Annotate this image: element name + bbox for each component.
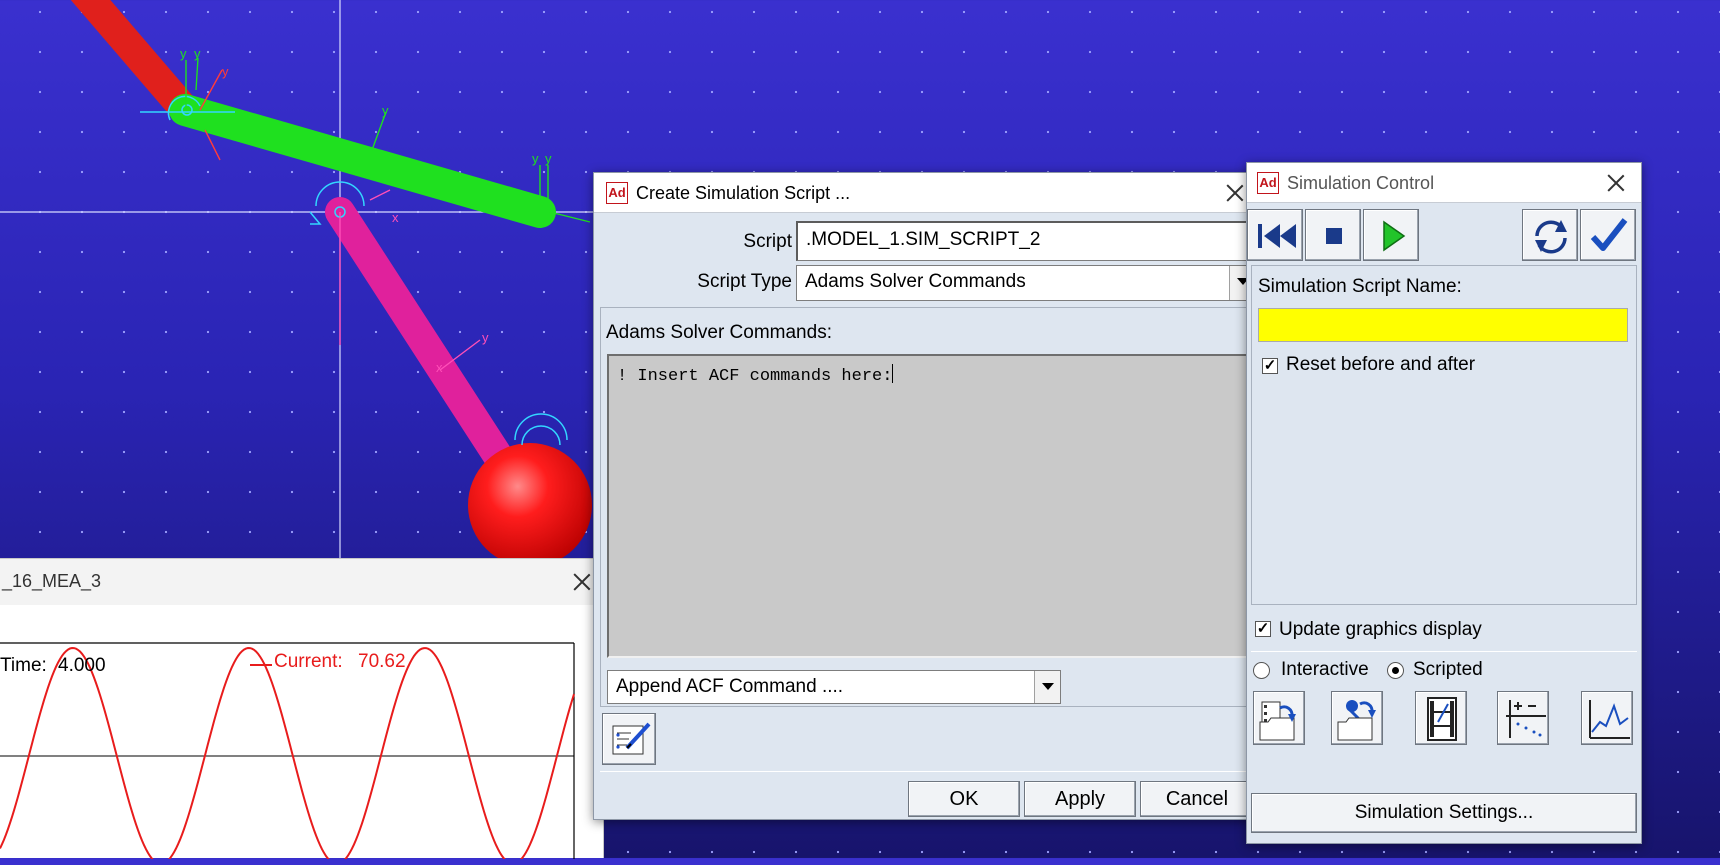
- chevron-down-icon[interactable]: [1034, 671, 1060, 703]
- time-label: Time:: [0, 655, 47, 676]
- measure-curve: [0, 646, 575, 865]
- measure-window: _16_MEA_3 Time: 4.000 Current: 70.62: [0, 558, 604, 865]
- interactive-label: Interactive: [1281, 659, 1369, 680]
- script-name-field[interactable]: .MODEL_1.SIM_SCRIPT_2: [796, 221, 1256, 261]
- play-button[interactable]: [1363, 209, 1419, 261]
- scripted-radio[interactable]: [1387, 662, 1404, 679]
- film-folder-icon: [1259, 701, 1296, 741]
- scatter-axes-icon: [1506, 700, 1546, 738]
- sim-control-close-icon[interactable]: [1605, 172, 1627, 194]
- append-acf-value: Append ACF Command ....: [616, 676, 844, 697]
- load-animation-button[interactable]: [1253, 691, 1305, 745]
- triad-label-y: y: [180, 46, 187, 61]
- reset-checkbox[interactable]: ✓: [1262, 358, 1278, 374]
- ok-button[interactable]: OK: [908, 781, 1020, 817]
- measure-plot-area: Time: 4.000 Current: 70.62: [0, 605, 604, 865]
- measure-title: _16_MEA_3: [2, 571, 102, 591]
- scripted-label: Scripted: [1413, 659, 1483, 680]
- sim-script-name-label: Simulation Script Name:: [1258, 276, 1462, 297]
- interactive-radio[interactable]: [1253, 662, 1270, 679]
- edit-script-button[interactable]: [602, 713, 656, 765]
- triad-label-y2: y: [194, 46, 201, 61]
- adams-app-icon: Ad: [1257, 172, 1279, 194]
- play-icon: [1383, 220, 1406, 252]
- line-plot-icon: [1589, 700, 1630, 739]
- script-type-label: Script Type: [697, 271, 792, 292]
- time-value: 4.000: [58, 655, 106, 676]
- append-acf-select[interactable]: Append ACF Command ....: [607, 670, 1061, 704]
- confirm-button[interactable]: [1580, 209, 1636, 261]
- reset-label: Reset before and after: [1286, 354, 1476, 375]
- current-label: Current:: [274, 651, 343, 672]
- postprocessor-button[interactable]: [1581, 691, 1633, 745]
- sim-control-titlebar[interactable]: Ad Simulation Control: [1247, 163, 1641, 203]
- update-graphics-label: Update graphics display: [1279, 619, 1482, 640]
- commands-textarea[interactable]: ! Insert ACF commands here:: [607, 354, 1249, 658]
- script-label: Script: [743, 231, 792, 252]
- results-folder-icon: [1337, 700, 1376, 741]
- create-script-dialog: Ad Create Simulation Script ... Script .…: [593, 172, 1261, 820]
- script-dialog-close-icon[interactable]: [1224, 182, 1246, 204]
- measure-plot-button[interactable]: [1497, 691, 1549, 745]
- animation-button[interactable]: [1415, 691, 1467, 745]
- filmstrip-icon: [1427, 697, 1457, 741]
- load-results-button[interactable]: [1331, 691, 1383, 745]
- script-type-select[interactable]: Adams Solver Commands: [796, 265, 1256, 301]
- triad-label-y6: y: [482, 330, 489, 345]
- measure-titlebar[interactable]: _16_MEA_3: [0, 559, 603, 605]
- commands-text: ! Insert ACF commands here:: [617, 367, 893, 386]
- script-dialog-title: Create Simulation Script ...: [636, 183, 851, 203]
- rewind-button[interactable]: [1247, 209, 1303, 261]
- triad-label-y4: y: [532, 151, 539, 166]
- edit-script-icon: [612, 722, 651, 755]
- update-graphics-checkbox[interactable]: ✓: [1255, 621, 1271, 637]
- refresh-icon: [1535, 220, 1567, 254]
- ball: [468, 443, 592, 567]
- checkmark-icon: [1590, 218, 1628, 251]
- sim-control-title: Simulation Control: [1287, 173, 1435, 193]
- triad-label-x2: x: [392, 210, 399, 225]
- commands-label: Adams Solver Commands:: [606, 322, 832, 343]
- mode-separator: [1251, 651, 1637, 652]
- simulation-settings-button[interactable]: Simulation Settings...: [1251, 793, 1637, 833]
- dialog-separator: [600, 771, 1256, 772]
- triad-label-y5: y: [545, 151, 552, 166]
- sim-script-group: Simulation Script Name: ✓ Reset before a…: [1251, 265, 1637, 605]
- script-dialog-titlebar[interactable]: Ad Create Simulation Script ...: [594, 173, 1260, 213]
- commands-group: Adams Solver Commands: ! Insert ACF comm…: [600, 307, 1256, 707]
- measure-close-icon[interactable]: [571, 571, 593, 593]
- triad-label-x: x: [436, 360, 443, 375]
- triad-label-y7: y: [222, 64, 229, 79]
- adams-app-icon: Ad: [606, 182, 628, 204]
- current-value: 70.62: [358, 651, 406, 672]
- stop-button[interactable]: [1305, 209, 1361, 261]
- simulation-control-dialog: Ad Simulation Control Simulation Script …: [1246, 162, 1642, 844]
- sim-script-name-field[interactable]: [1258, 308, 1628, 342]
- measure-plot: [0, 642, 575, 865]
- reset-model-button[interactable]: [1522, 209, 1578, 261]
- cancel-button[interactable]: Cancel: [1140, 781, 1254, 817]
- script-type-value: Adams Solver Commands: [805, 271, 1026, 292]
- stop-icon: [1326, 228, 1342, 244]
- rewind-icon: [1258, 224, 1296, 248]
- triad-label-y3: y: [382, 103, 389, 118]
- apply-button[interactable]: Apply: [1024, 781, 1136, 817]
- text-caret: [892, 364, 894, 383]
